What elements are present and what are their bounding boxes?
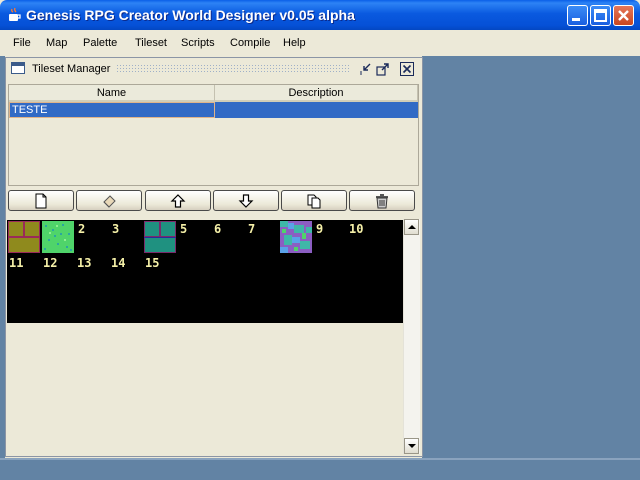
- move-up-arrow-icon: [170, 193, 186, 208]
- move-down-button[interactable]: [213, 190, 279, 211]
- tile-number: 2: [78, 222, 86, 236]
- tile-0[interactable]: [8, 221, 40, 253]
- close-icon: [618, 10, 629, 21]
- maximize-button[interactable]: [590, 5, 611, 26]
- tile-view-empty-area: [7, 323, 403, 454]
- table-row[interactable]: TESTE: [9, 102, 418, 118]
- maximize-icon: [594, 9, 607, 22]
- cell-description[interactable]: [215, 102, 418, 118]
- tile-1[interactable]: [42, 221, 74, 253]
- new-tileset-button[interactable]: [8, 190, 74, 211]
- tileset-toolbar: [8, 190, 419, 212]
- panel-header[interactable]: Tileset Manager: [6, 58, 422, 80]
- up-arrow-icon: [407, 225, 416, 229]
- tile-number: 7: [248, 222, 256, 236]
- minimize-button[interactable]: [567, 5, 588, 26]
- tile-number: 10: [349, 222, 364, 236]
- tile-grid-view[interactable]: 2 3 5 6 7 9 10 11 12 13 14 15: [7, 220, 404, 323]
- menu-file[interactable]: File: [13, 37, 31, 49]
- down-arrow-icon: [407, 444, 416, 448]
- close-button[interactable]: [613, 5, 634, 26]
- menu-scripts[interactable]: Scripts: [181, 37, 215, 49]
- window-bottom-edge: [0, 458, 640, 478]
- tileset-window-icon: [11, 62, 25, 74]
- maximize-panel-icon[interactable]: [376, 62, 390, 76]
- move-down-arrow-icon: [238, 193, 254, 208]
- tile-number: 11: [9, 256, 24, 270]
- tile-number: 3: [112, 222, 120, 236]
- vertical-scrollbar[interactable]: [403, 219, 420, 454]
- menu-help[interactable]: Help: [283, 37, 306, 49]
- tileset-table: Name Description TESTE: [8, 84, 419, 186]
- window-title: Genesis RPG Creator World Designer v0.05…: [26, 7, 355, 23]
- menu-bar: File Map Palette Tileset Scripts Compile…: [0, 30, 640, 56]
- title-bar[interactable]: Genesis RPG Creator World Designer v0.05…: [0, 0, 640, 30]
- new-file-icon: [35, 193, 47, 208]
- tile-number: 14: [111, 256, 126, 270]
- tile-number: 9: [316, 222, 324, 236]
- menu-palette[interactable]: Palette: [83, 37, 117, 49]
- tile-8[interactable]: [280, 221, 312, 253]
- minimize-panel-icon[interactable]: [358, 62, 372, 76]
- tile-number: 15: [145, 256, 160, 270]
- panel-title: Tileset Manager: [32, 63, 111, 75]
- tile-number: 13: [77, 256, 92, 270]
- delete-tileset-button[interactable]: [349, 190, 415, 211]
- tile-number: 6: [214, 222, 222, 236]
- tile-number: 12: [43, 256, 58, 270]
- scroll-up-button[interactable]: [404, 219, 419, 235]
- column-header-description[interactable]: Description: [215, 85, 418, 102]
- scroll-down-button[interactable]: [404, 438, 419, 454]
- desktop-area: [422, 56, 640, 458]
- tileset-manager-panel: Tileset Manager Name Description TESTE 2…: [5, 57, 423, 457]
- tile-number: 5: [180, 222, 188, 236]
- column-header-name[interactable]: Name: [9, 85, 215, 102]
- eraser-icon: [103, 194, 116, 208]
- edit-tileset-button[interactable]: [76, 190, 142, 211]
- main-window: Genesis RPG Creator World Designer v0.05…: [0, 0, 640, 458]
- menu-map[interactable]: Map: [46, 37, 67, 49]
- java-app-icon: [9, 7, 21, 21]
- trash-icon: [376, 193, 388, 208]
- menu-compile[interactable]: Compile: [230, 37, 270, 49]
- desktop-bottom: [0, 458, 640, 480]
- cell-name[interactable]: TESTE: [9, 102, 215, 118]
- copy-tileset-button[interactable]: [281, 190, 347, 211]
- tile-4[interactable]: [144, 221, 176, 253]
- move-up-button[interactable]: [145, 190, 211, 211]
- close-panel-icon[interactable]: [400, 62, 414, 76]
- panel-drag-handle[interactable]: [116, 64, 351, 74]
- menu-tileset[interactable]: Tileset: [135, 37, 167, 49]
- minimize-icon: [572, 18, 580, 21]
- copy-icon: [307, 194, 321, 208]
